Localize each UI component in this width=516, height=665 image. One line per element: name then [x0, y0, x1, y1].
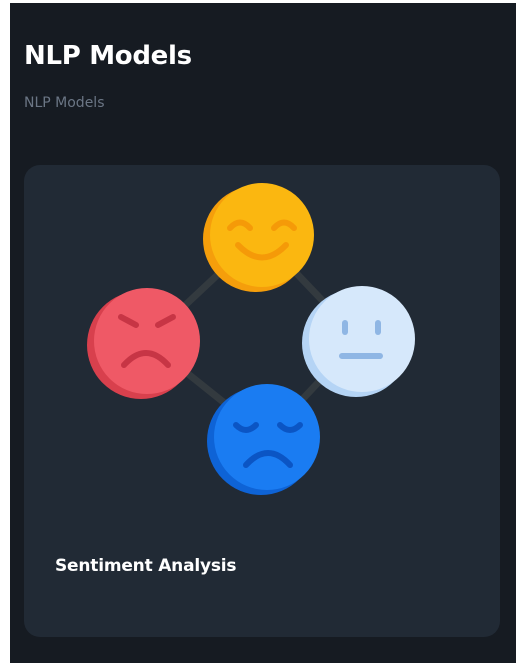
app-screen: NLP Models NLP Models Sentiment Analysis: [10, 3, 516, 663]
page-title: NLP Models: [24, 41, 192, 71]
neutral-face-icon: [302, 286, 415, 397]
sentiment-illustration: [87, 183, 415, 495]
angry-face-icon: [87, 288, 200, 399]
breadcrumb: NLP Models: [24, 95, 105, 111]
sentiment-analysis-card[interactable]: Sentiment Analysis: [24, 165, 500, 637]
card-title: Sentiment Analysis: [55, 556, 237, 576]
